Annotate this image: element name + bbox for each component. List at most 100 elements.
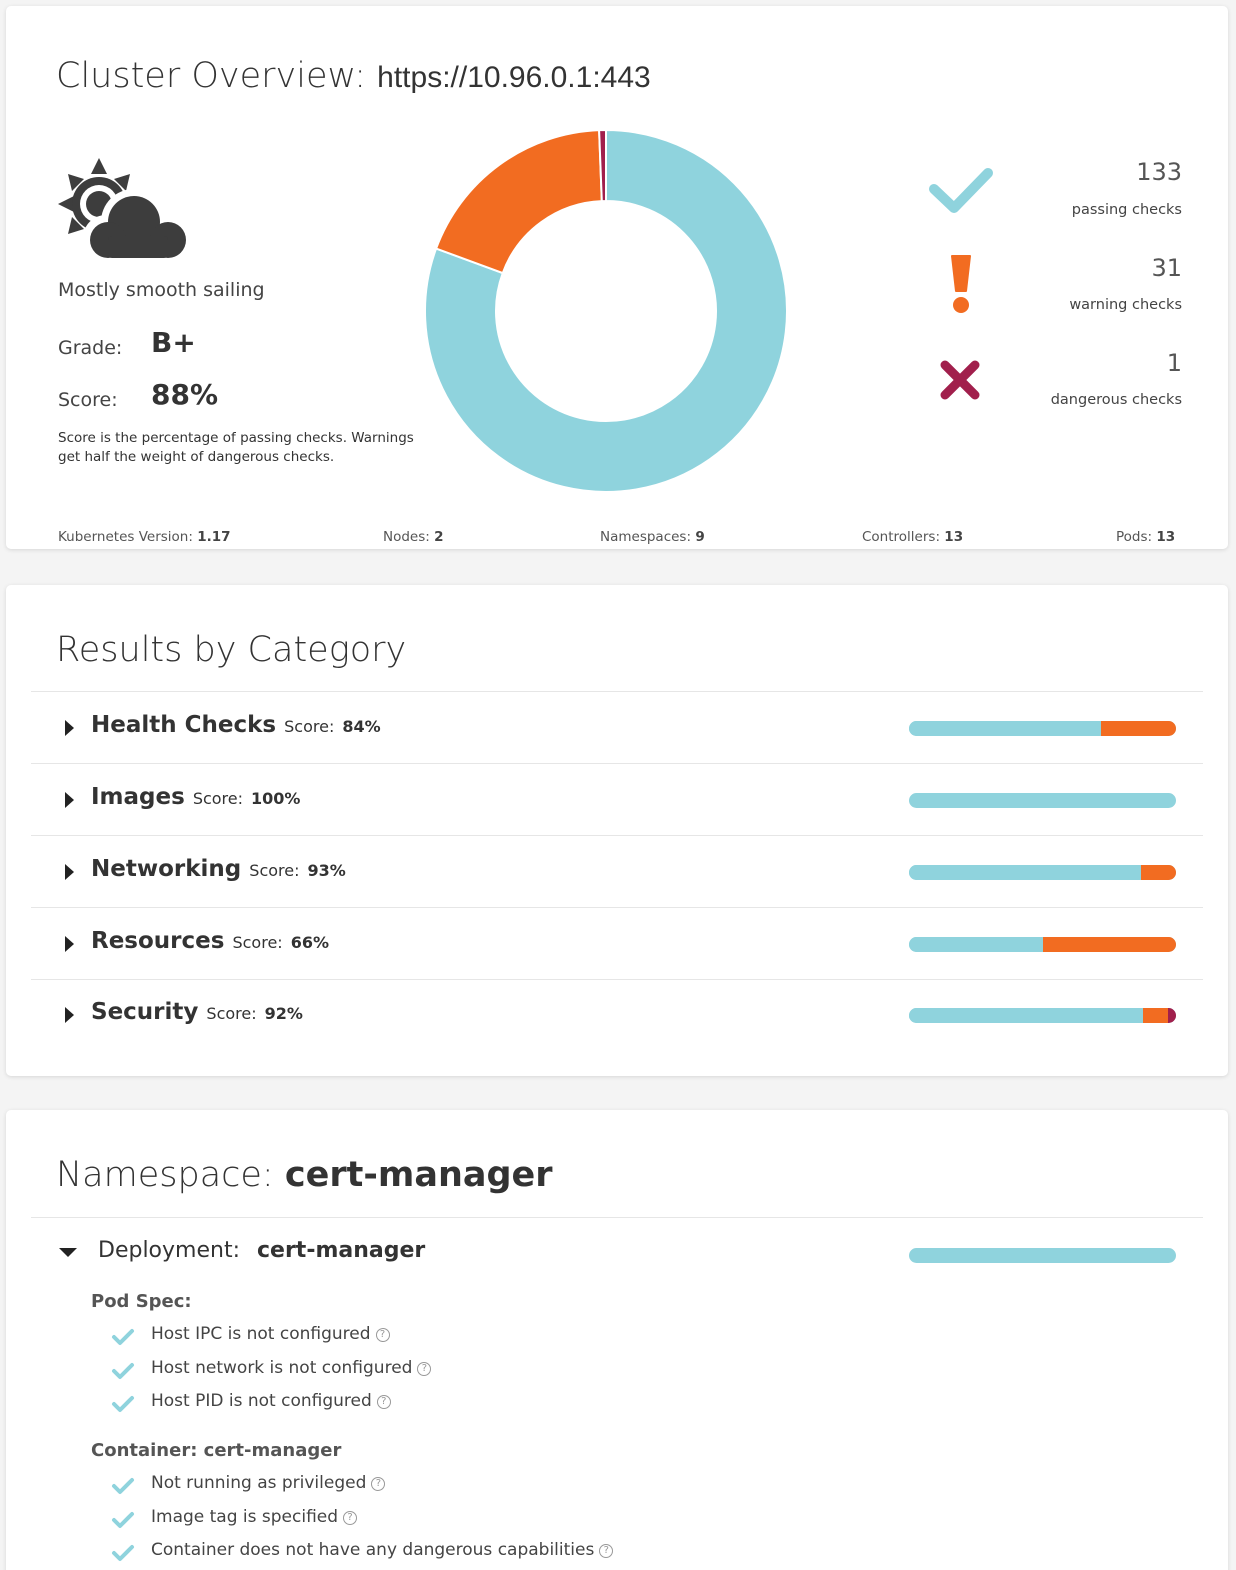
container-label: Container: cert-manager (91, 1440, 342, 1461)
bar-segment-pass (909, 721, 1102, 736)
weather-description: Mostly smooth sailing (58, 279, 265, 301)
category-score: 100% (251, 789, 301, 808)
category-score-bar (909, 865, 1176, 880)
grade-value: B+ (151, 326, 196, 359)
footer-controllers: Controllers: 13 (862, 529, 963, 545)
cluster-overview-card: Cluster Overview: https://10.96.0.1:443 (6, 6, 1228, 549)
bar-segment-pass (909, 1248, 1176, 1263)
caret-right-icon (65, 936, 74, 952)
caret-right-icon (65, 864, 74, 880)
footer-namespaces: Namespaces: 9 (600, 529, 705, 545)
category-score-bar (909, 1008, 1176, 1023)
check-text: Image tag is specified? (151, 1507, 358, 1527)
score-label: Score: (284, 717, 335, 736)
category-name: Security Score: 92% (91, 999, 303, 1025)
results-by-category-card: Results by Category Health Checks Score:… (6, 585, 1228, 1076)
controllers-value: 13 (944, 529, 964, 545)
checkmark-icon (112, 1545, 134, 1561)
namespaces-label: Namespaces: (600, 529, 692, 545)
category-score: 93% (307, 861, 346, 880)
checkmark-icon (112, 1396, 134, 1412)
category-row-health-checks[interactable]: Health Checks Score: 84% (31, 692, 1203, 764)
category-score: 66% (290, 933, 329, 952)
bar-segment-pass (909, 937, 1043, 952)
overview-title-label: Cluster Overview: (56, 56, 367, 96)
category-row-security[interactable]: Security Score: 92% (31, 979, 1203, 1051)
bar-segment-warn (1101, 721, 1176, 736)
dangerous-count: 1 (1166, 349, 1182, 377)
category-row-networking[interactable]: Networking Score: 93% (31, 836, 1203, 908)
deployment-score-bar (909, 1248, 1176, 1263)
checks-donut-chart (424, 128, 788, 493)
score-label: Score: (206, 1004, 257, 1023)
category-row-images[interactable]: Images Score: 100% (31, 764, 1203, 836)
nodes-label: Nodes: (383, 529, 430, 545)
warning-label: warning checks (1069, 297, 1182, 313)
footer-nodes: Nodes: 2 (383, 529, 444, 545)
check-text: Container does not have any dangerous ca… (151, 1540, 614, 1560)
categories-title: Results by Category (56, 630, 407, 670)
pods-value: 13 (1156, 529, 1176, 545)
passing-label: passing checks (1071, 202, 1182, 218)
help-icon[interactable]: ? (417, 1362, 432, 1376)
bar-segment-warn (1141, 865, 1176, 880)
checkmark-icon (112, 1329, 134, 1345)
check-label: Host IPC is not configured (151, 1324, 371, 1344)
check-label: Host network is not configured (151, 1358, 413, 1378)
category-name: Health Checks Score: 84% (91, 712, 381, 738)
caret-right-icon (65, 720, 74, 736)
grade-label: Grade: (58, 337, 123, 359)
help-icon[interactable]: ? (371, 1477, 386, 1491)
controllers-label: Controllers: (862, 529, 940, 545)
category-label: Networking (91, 856, 242, 882)
category-score: 92% (264, 1004, 303, 1023)
overview-title: Cluster Overview: https://10.96.0.1:443 (56, 56, 651, 96)
check-label: Not running as privileged (151, 1473, 367, 1493)
namespace-label: Namespace: (56, 1155, 274, 1195)
bar-segment-pass (909, 793, 1176, 808)
deployment-label: Deployment: (98, 1238, 240, 1263)
category-row-resources[interactable]: Resources Score: 66% (31, 908, 1203, 980)
cluster-url: https://10.96.0.1:443 (377, 61, 651, 94)
exclamation-icon (951, 255, 971, 313)
namespace-card: Namespace: cert-manager Deployment: cert… (6, 1110, 1228, 1570)
help-icon[interactable]: ? (343, 1511, 358, 1525)
check-text: Host PID is not configured? (151, 1391, 391, 1411)
check-label: Container does not have any dangerous ca… (151, 1540, 595, 1560)
check-text: Host IPC is not configured? (151, 1324, 390, 1344)
bar-segment-warn (1142, 1008, 1168, 1023)
check-label: Host PID is not configured (151, 1391, 372, 1411)
footer-pods: Pods: 13 (1116, 529, 1175, 545)
bar-segment-pass (909, 865, 1142, 880)
category-score: 84% (342, 717, 381, 736)
category-name: Images Score: 100% (91, 784, 300, 810)
namespaces-value: 9 (695, 529, 705, 545)
category-label: Images (91, 784, 185, 810)
checkmark-icon (112, 1363, 134, 1379)
category-score-bar (909, 937, 1176, 952)
category-name: Resources Score: 66% (91, 928, 329, 954)
score-note: Score is the percentage of passing check… (58, 430, 414, 465)
namespace-name: cert-manager (284, 1155, 553, 1195)
score-label: Score: (58, 389, 118, 411)
warning-count: 31 (1151, 254, 1182, 282)
footer-k8s-version: Kubernetes Version: 1.17 (58, 529, 231, 545)
score-label: Score: (232, 933, 283, 952)
checkmark-icon (112, 1512, 134, 1528)
nodes-value: 2 (434, 529, 444, 545)
sun-cloud-icon (58, 158, 191, 261)
bar-segment-danger (1167, 1008, 1176, 1023)
category-score-bar (909, 793, 1176, 808)
deployment-row[interactable]: Deployment: cert-manager (31, 1232, 1203, 1272)
score-label: Score: (249, 861, 300, 880)
score-label: Score: (192, 789, 244, 808)
caret-down-icon (59, 1248, 77, 1257)
help-icon[interactable]: ? (375, 1328, 390, 1342)
category-name: Networking Score: 93% (91, 856, 346, 882)
category-label: Health Checks (91, 712, 277, 738)
k8s-version-label: Kubernetes Version: (58, 529, 193, 545)
category-score-bar (909, 721, 1176, 736)
help-icon[interactable]: ? (599, 1544, 614, 1558)
help-icon[interactable]: ? (376, 1395, 391, 1409)
pods-label: Pods: (1116, 529, 1153, 545)
